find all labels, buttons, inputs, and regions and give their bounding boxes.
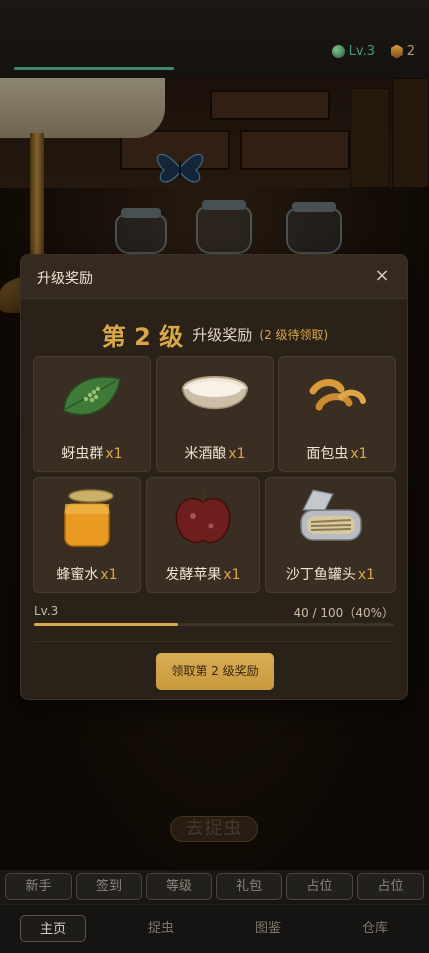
tab-warehouse[interactable]: 仓库 <box>342 915 408 942</box>
bottom-tab-bar: 主页 捉虫 图鉴 仓库 <box>0 904 429 953</box>
reward-card-sardine[interactable]: 沙丁鱼罐头 x1 <box>265 477 396 593</box>
reward-card-rice-wine[interactable]: 米酒酿 x1 <box>156 356 274 472</box>
level-text: Lv.3 <box>348 44 375 59</box>
globe-icon <box>331 45 345 58</box>
badge-icon <box>390 44 403 59</box>
xp-progress-fill <box>14 67 174 70</box>
level-progress-fill <box>34 623 178 626</box>
reward-card-mealworm[interactable]: 面包虫 x1 <box>278 356 396 472</box>
fermented-apple-icon <box>175 491 231 544</box>
reward-label: 蚜虫群 x1 <box>61 446 123 462</box>
headline-pending: (2 级待领取) <box>259 328 329 342</box>
reward-label: 沙丁鱼罐头 x1 <box>285 567 376 583</box>
headline-level: 第 2 级 <box>101 323 184 351</box>
quick-btn-newbie[interactable]: 新手 <box>5 873 72 900</box>
reward-card-aphids[interactable]: 蚜虫群 x1 <box>33 356 151 472</box>
tab-catch[interactable]: 捉虫 <box>128 915 194 942</box>
reward-label: 发酵苹果 x1 <box>165 567 241 583</box>
reward-label: 米酒酿 x1 <box>184 446 246 462</box>
modal-title: 升级奖励 <box>37 271 93 287</box>
divider <box>34 641 394 642</box>
level-indicator: Lv.3 <box>331 44 375 59</box>
top-status-bar: Lv.3 2 <box>0 0 429 78</box>
coin-indicator: 2 <box>390 44 415 59</box>
xp-progress-track <box>14 67 174 70</box>
reward-card-apple[interactable]: 发酵苹果 x1 <box>146 477 260 593</box>
level-progress-track <box>34 623 394 626</box>
honey-jar-icon <box>64 489 114 547</box>
quick-action-bar: 新手 签到 等级 礼包 占位 占位 <box>0 870 429 904</box>
quick-btn-gift[interactable]: 礼包 <box>216 873 282 900</box>
quick-btn-checkin[interactable]: 签到 <box>76 873 142 900</box>
current-level: Lv.3 <box>34 604 59 618</box>
coin-count: 2 <box>406 44 415 59</box>
close-icon[interactable]: × <box>371 265 393 287</box>
modal-header: 升级奖励 × <box>21 255 407 299</box>
reward-label: 蜂蜜水 x1 <box>56 567 118 583</box>
reward-card-honey[interactable]: 蜂蜜水 x1 <box>33 477 141 593</box>
quick-btn-placeholder-1[interactable]: 占位 <box>286 873 353 900</box>
tab-collection[interactable]: 图鉴 <box>235 915 301 942</box>
quick-btn-placeholder-2[interactable]: 占位 <box>357 873 424 900</box>
headline-label: 升级奖励 <box>192 326 253 344</box>
reward-label: 面包虫 x1 <box>306 446 368 462</box>
tab-home[interactable]: 主页 <box>20 915 86 942</box>
mealworm-icon <box>309 379 366 411</box>
progress-text: 40 / 100（40%） <box>293 606 394 620</box>
rice-wine-bowl-icon <box>182 376 248 410</box>
level-reward-modal: 升级奖励 × 第 2 级 升级奖励 (2 级待领取) 蚜虫群x1 米酒酿x1 <box>20 254 408 700</box>
reward-headline: 第 2 级 升级奖励 (2 级待领取) <box>21 317 407 352</box>
sardine-can-icon <box>299 489 362 541</box>
quick-btn-level[interactable]: 等级 <box>146 873 212 900</box>
claim-reward-button[interactable]: 领取第 2 级奖励 <box>156 653 274 690</box>
leaf-aphids-icon <box>63 376 121 416</box>
